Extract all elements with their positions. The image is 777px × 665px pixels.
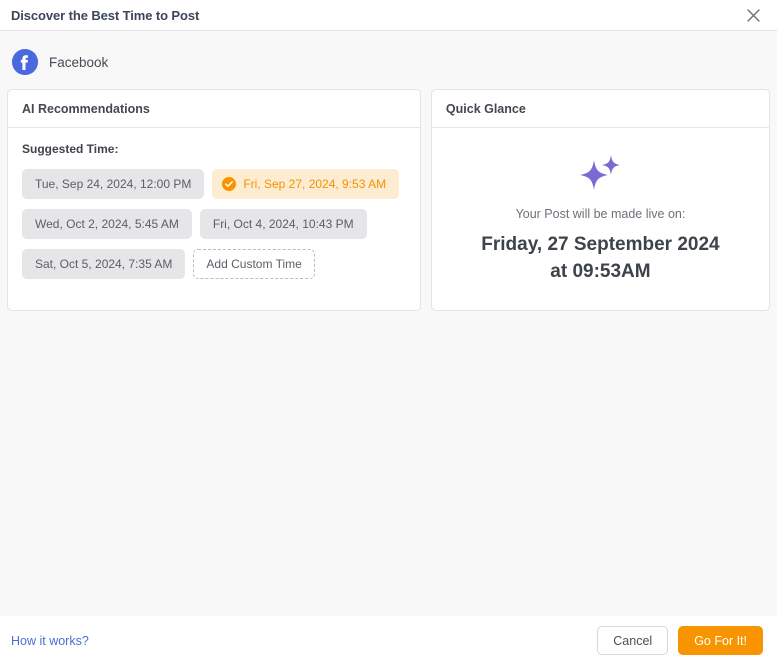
quick-glance-subtitle: Your Post will be made live on: [515, 207, 686, 221]
close-glyph [746, 8, 760, 22]
cancel-button[interactable]: Cancel [597, 626, 669, 655]
time-chip[interactable]: Tue, Sep 24, 2024, 12:00 PM [22, 169, 205, 199]
modal-body: Facebook AI Recommendations Suggested Ti… [0, 31, 777, 616]
go-for-it-button[interactable]: Go For It! [678, 626, 763, 655]
time-chip-label: Sat, Oct 5, 2024, 7:35 AM [35, 257, 173, 271]
footer-actions: Cancel Go For It! [597, 626, 763, 655]
time-chip[interactable]: Wed, Oct 2, 2024, 5:45 AM [22, 209, 192, 239]
time-chip-selected[interactable]: Fri, Sep 27, 2024, 9:53 AM [212, 169, 400, 199]
time-chip-label: Fri, Sep 27, 2024, 9:53 AM [243, 177, 387, 191]
quick-glance-panel: Quick Glance Your Post will be made live… [430, 89, 770, 311]
close-icon[interactable] [743, 5, 763, 25]
facebook-icon [12, 49, 38, 75]
sparkles-glyph [580, 155, 621, 190]
facebook-glyph [12, 49, 38, 75]
panels-container: AI Recommendations Suggested Time: Tue, … [7, 89, 770, 311]
time-chip[interactable]: Sat, Oct 5, 2024, 7:35 AM [22, 249, 186, 279]
network-name: Facebook [49, 54, 109, 70]
sparkles-icon [577, 154, 623, 194]
time-chip[interactable]: Fri, Oct 4, 2024, 10:43 PM [199, 209, 367, 239]
page-title: Discover the Best Time to Post [11, 7, 200, 23]
best-time-to-post-modal: Discover the Best Time to Post Facebook … [0, 0, 777, 665]
quick-glance-body: Your Post will be made live on: Friday, … [432, 128, 769, 310]
time-chip-label: Wed, Oct 2, 2024, 5:45 AM [35, 217, 179, 231]
ai-recommendations-title: AI Recommendations [22, 101, 150, 116]
quick-glance-title: Quick Glance [445, 101, 526, 116]
suggested-time-label: Suggested Time: [22, 142, 119, 156]
how-it-works-link[interactable]: How it works? [11, 634, 89, 648]
ai-recommendations-header: AI Recommendations [8, 90, 420, 128]
modal-header: Discover the Best Time to Post [0, 0, 777, 31]
time-chip-label: Tue, Sep 24, 2024, 12:00 PM [35, 177, 192, 191]
scheduled-datetime: Friday, 27 September 2024 at 09:53AM [481, 234, 720, 282]
suggested-time-chip-list: Tue, Sep 24, 2024, 12:00 PM Fri, Sep 27,… [22, 169, 406, 279]
quick-glance-header: Quick Glance [431, 90, 769, 128]
modal-footer: How it works? Cancel Go For It! [0, 616, 777, 665]
network-row: Facebook [7, 31, 770, 89]
ai-recommendations-body: Suggested Time: Tue, Sep 24, 2024, 12:00… [8, 128, 420, 295]
time-chip-label: Fri, Oct 4, 2024, 10:43 PM [212, 217, 354, 231]
ai-recommendations-panel: AI Recommendations Suggested Time: Tue, … [7, 89, 421, 311]
add-custom-time-label: Add Custom Time [206, 257, 302, 271]
add-custom-time-button[interactable]: Add Custom Time [193, 249, 315, 279]
check-circle-icon [222, 177, 237, 191]
